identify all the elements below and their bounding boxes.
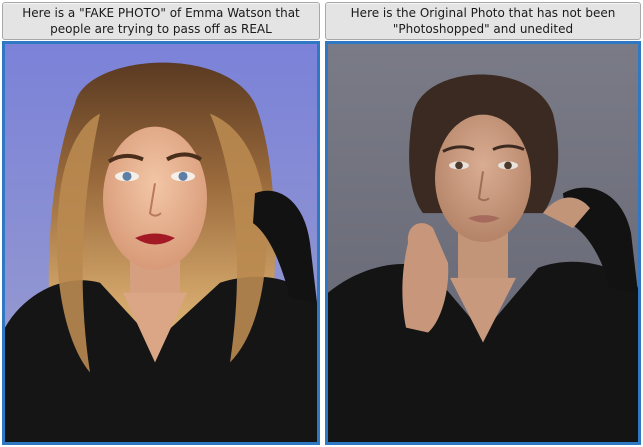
fake-photo-panel: Here is a "FAKE PHOTO" of Emma Watson th… [0,0,322,447]
fake-photo-caption-line-1: Here is a "FAKE PHOTO" of Emma Watson th… [22,6,300,20]
fake-photo-frame [2,41,320,445]
original-photo-panel: Here is the Original Photo that has not … [323,0,643,447]
fake-photo-image [5,44,317,442]
original-photo-caption-line-1: Here is the Original Photo that has not … [350,6,616,20]
fake-photo-caption-line-2: people are trying to pass off as REAL [50,22,272,36]
original-photo-caption: Here is the Original Photo that has not … [325,2,641,40]
original-photo-frame [325,41,641,445]
fake-photo-caption: Here is a "FAKE PHOTO" of Emma Watson th… [2,2,320,40]
original-photo-image [328,44,638,442]
original-photo-caption-line-2: "Photoshopped" and unedited [392,22,574,36]
